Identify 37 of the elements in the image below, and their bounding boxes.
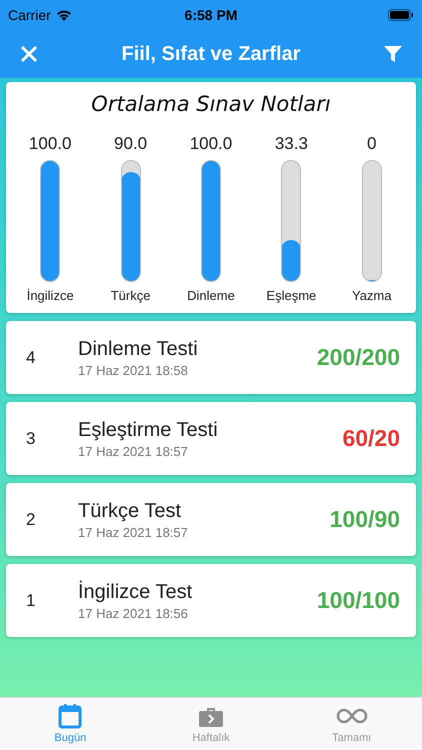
result-card[interactable]: 1 İngilizce Test 17 Haz 2021 18:56 100/100 <box>6 564 416 637</box>
result-card[interactable]: 2 Türkçe Test 17 Haz 2021 18:57 100/90 <box>6 483 416 556</box>
result-score: 60/20 <box>342 425 400 452</box>
result-score: 100/90 <box>330 506 400 533</box>
battery-icon <box>388 9 414 21</box>
result-number: 3 <box>26 428 36 448</box>
meter-label: Türkçe <box>110 288 150 303</box>
calendar-icon <box>57 703 84 729</box>
result-number: 2 <box>26 510 36 530</box>
result-title: Türkçe Test <box>78 500 182 522</box>
result-number: 1 <box>26 590 36 610</box>
result-title: Dinleme Testi <box>78 338 199 360</box>
result-date: 17 Haz 2021 18:58 <box>78 362 189 378</box>
result-title: Eşleştirme Testi <box>78 418 219 442</box>
meter-label: İngilizce <box>26 288 74 303</box>
meter-label: Dinleme <box>187 288 235 303</box>
screen-title: Fiil, Sıfat ve Zarflar <box>122 42 300 66</box>
status-time: 6:58 PM <box>184 7 238 23</box>
result-card[interactable]: 3 Eşleştirme Testi 17 Haz 2021 18:57 60/20 <box>6 402 416 475</box>
result-date: 17 Haz 2021 18:56 <box>78 606 189 620</box>
result-date: 17 Haz 2021 18:57 <box>78 444 189 458</box>
meter-reading: 100.0 <box>28 134 72 154</box>
result-title: İngilizce Test <box>78 580 194 604</box>
meter-label: Eşleşme <box>266 288 316 303</box>
meter-reading: 100.0 <box>190 134 232 154</box>
meter-reading: 90.0 <box>114 134 148 154</box>
meter-reading: 0 <box>367 134 376 154</box>
result-number: 4 <box>26 348 36 368</box>
result-score: 100/100 <box>316 587 400 614</box>
meter-label: Yazma <box>352 288 392 303</box>
wifi-icon <box>56 9 72 21</box>
result-score: 200/200 <box>316 344 400 371</box>
meter-reading: 33.3 <box>274 134 308 154</box>
result-date: 17 Haz 2021 18:57 <box>78 524 189 540</box>
carrier-label: Carrier <box>8 7 51 23</box>
result-card[interactable]: 4 Dinleme Testi 17 Haz 2021 18:58 200/200 <box>6 321 416 394</box>
card-title: Ortalama Sınav Notları <box>91 92 331 116</box>
